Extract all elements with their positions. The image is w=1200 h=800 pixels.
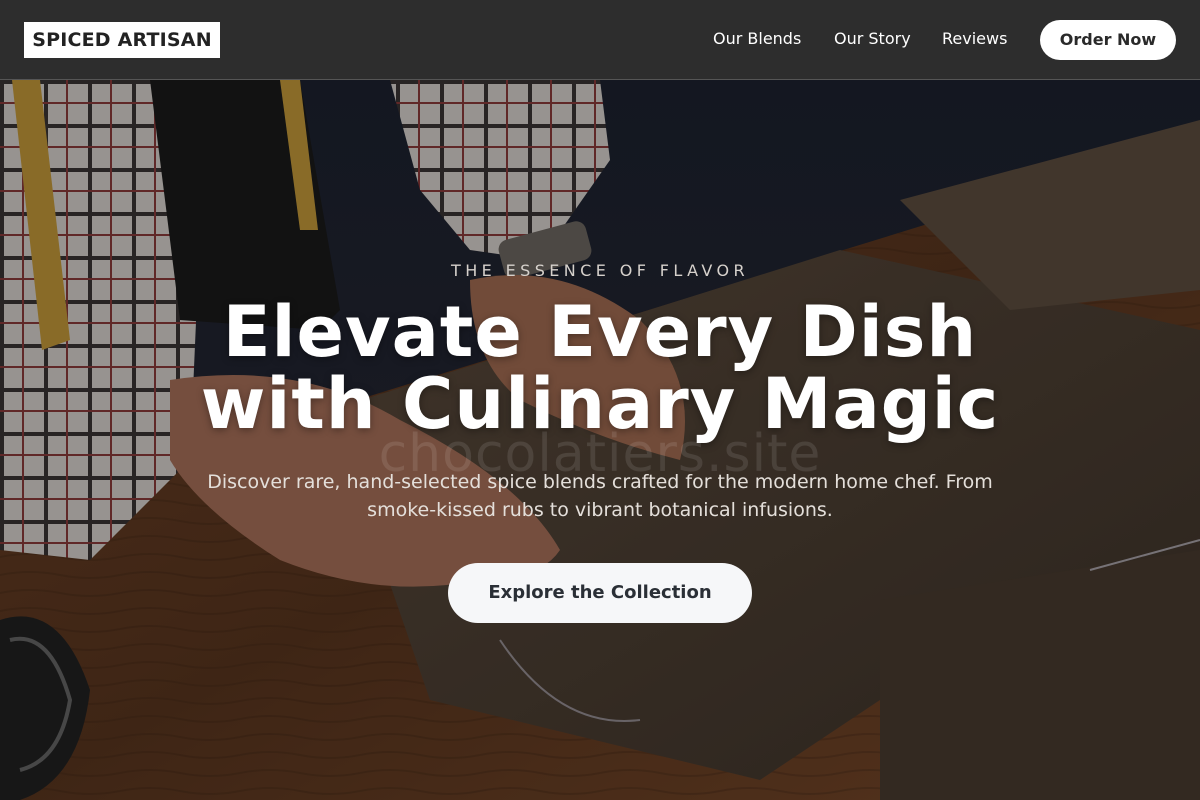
- hero-headline-line-1: Elevate Every Dish: [222, 291, 978, 373]
- site-header: SPICED ARTISAN Our Blends Our Story Revi…: [0, 0, 1200, 80]
- order-now-button[interactable]: Order Now: [1040, 20, 1176, 60]
- hero-headline: Elevate Every Dish with Culinary Magic: [100, 296, 1100, 440]
- hero-section: THE ESSENCE OF FLAVOR Elevate Every Dish…: [0, 80, 1200, 800]
- nav-link-our-blends[interactable]: Our Blends: [713, 28, 801, 50]
- nav-link-reviews[interactable]: Reviews: [942, 28, 1007, 50]
- nav-link-our-story[interactable]: Our Story: [834, 28, 911, 50]
- hero-subheadline: Discover rare, hand-selected spice blend…: [207, 471, 993, 521]
- brand-logo[interactable]: SPICED ARTISAN: [24, 22, 220, 58]
- hero-eyebrow: THE ESSENCE OF FLAVOR: [451, 261, 749, 280]
- explore-collection-button[interactable]: Explore the Collection: [448, 563, 752, 623]
